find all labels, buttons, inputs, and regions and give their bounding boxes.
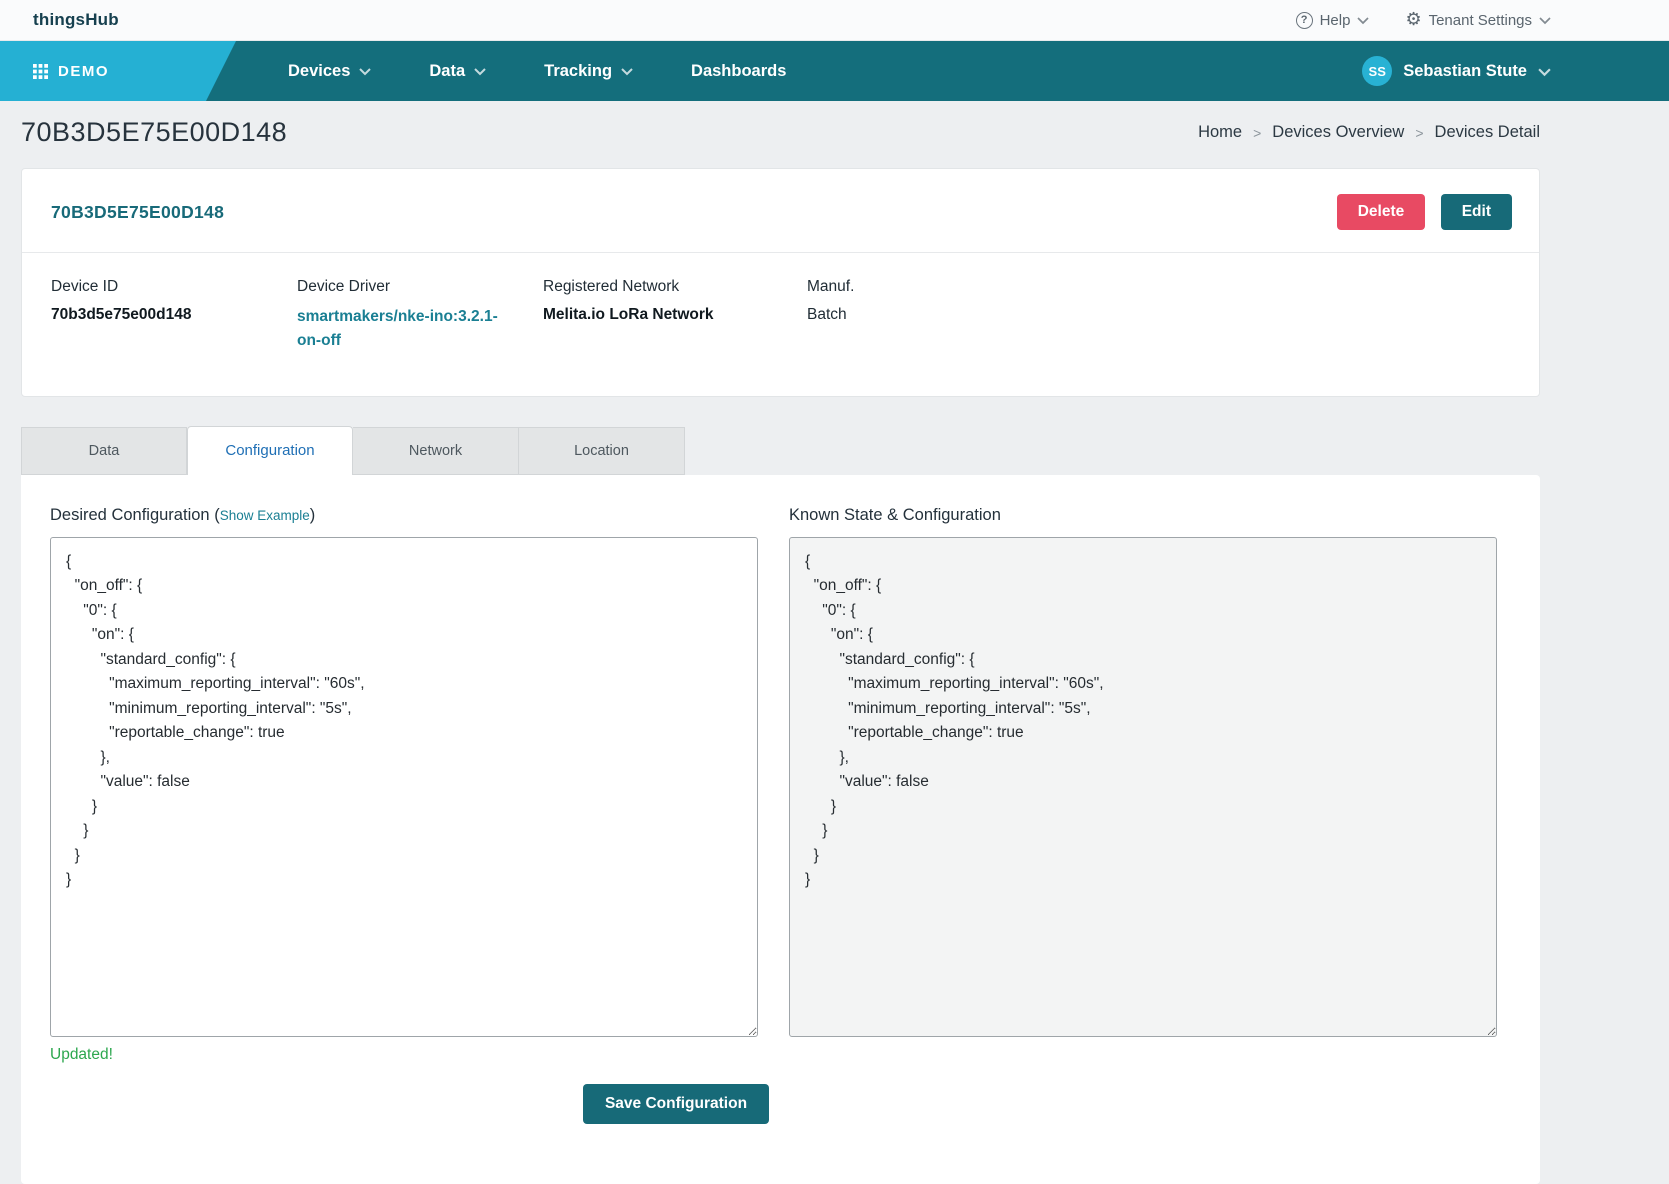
field-label: Manuf. (807, 277, 854, 298)
tab-location[interactable]: Location (519, 427, 685, 475)
device-driver-link[interactable]: smartmakers/nke-ino:3.2.1-on-off (297, 305, 512, 354)
field-value: Melita.io LoRa Network (543, 305, 787, 326)
device-card: 70B3D5E75E00D148 Delete Edit Device ID 7… (21, 168, 1540, 397)
breadcrumb-devices-overview[interactable]: Devices Overview (1272, 123, 1404, 142)
paren-close: ) (310, 506, 316, 524)
app-logo[interactable]: thingsHub (33, 10, 119, 30)
topbar: thingsHub ? Help ⚙ Tenant Settings (0, 0, 1669, 41)
nav-item-label: Tracking (544, 62, 612, 81)
tab-data[interactable]: Data (21, 427, 187, 475)
nav-item-tracking[interactable]: Tracking (544, 62, 633, 81)
page-container: 70B3D5E75E00D148 Home > Devices Overview… (21, 117, 1540, 1184)
status-message: Updated! (50, 1046, 758, 1064)
edit-button[interactable]: Edit (1441, 194, 1512, 230)
tab-network[interactable]: Network (353, 427, 519, 475)
desired-configuration-textarea[interactable]: { "on_off": { "0": { "on": { "standard_c… (50, 537, 758, 1037)
breadcrumb-current: Devices Detail (1435, 123, 1540, 142)
device-fields: Device ID 70b3d5e75e00d148 Device Driver… (22, 253, 1539, 396)
avatar: SS (1362, 56, 1392, 86)
nav-item-label: Devices (288, 62, 350, 81)
grid-icon (33, 64, 48, 79)
field-registered-network: Registered Network Melita.io LoRa Networ… (543, 277, 807, 354)
chevron-down-icon (359, 68, 371, 76)
known-state-title: Known State & Configuration (789, 506, 1497, 525)
field-label: Device Driver (297, 277, 523, 298)
nav-item-data[interactable]: Data (429, 62, 486, 81)
device-card-header: 70B3D5E75E00D148 Delete Edit (22, 169, 1539, 252)
help-menu[interactable]: ? Help (1296, 12, 1370, 29)
known-state-textarea[interactable]: { "on_off": { "0": { "on": { "standard_c… (789, 537, 1497, 1037)
device-card-title: 70B3D5E75E00D148 (51, 202, 224, 223)
page-title: 70B3D5E75E00D148 (21, 117, 287, 148)
user-menu[interactable]: SS Sebastian Stute (1362, 56, 1551, 86)
field-device-driver: Device Driver smartmakers/nke-ino:3.2.1-… (297, 277, 543, 354)
nav-item-label: Dashboards (691, 62, 786, 81)
tenant-settings-menu[interactable]: ⚙ Tenant Settings (1405, 11, 1551, 29)
field-value: Batch (807, 305, 854, 326)
delete-button[interactable]: Delete (1337, 194, 1426, 230)
breadcrumb-separator: > (1253, 125, 1261, 141)
nav-items: Devices Data Tracking Dashboards (288, 62, 1362, 81)
tenant-settings-label: Tenant Settings (1429, 12, 1532, 29)
field-label: Registered Network (543, 277, 787, 298)
config-columns: Desired Configuration (Show Example) { "… (50, 506, 1540, 1064)
chevron-down-icon (621, 68, 633, 76)
topbar-right: ? Help ⚙ Tenant Settings (1296, 11, 1551, 29)
field-device-id: Device ID 70b3d5e75e00d148 (51, 277, 297, 354)
tenant-selector[interactable]: DEMO (0, 41, 236, 101)
show-example-link[interactable]: Show Example (220, 508, 310, 523)
breadcrumb-separator: > (1415, 125, 1423, 141)
nav-item-devices[interactable]: Devices (288, 62, 371, 81)
field-value: 70b3d5e75e00d148 (51, 305, 277, 326)
configuration-panel: Desired Configuration (Show Example) { "… (21, 475, 1540, 1184)
device-card-actions: Delete Edit (1337, 194, 1512, 230)
tenant-label: DEMO (58, 63, 109, 80)
field-manufacturer: Manuf. Batch (807, 277, 874, 354)
desired-configuration-column: Desired Configuration (Show Example) { "… (50, 506, 758, 1064)
chevron-down-icon (1539, 17, 1551, 25)
desired-configuration-title: Desired Configuration (Show Example) (50, 506, 758, 525)
device-tabs: Data Configuration Network Location (21, 426, 1540, 475)
tab-configuration[interactable]: Configuration (187, 426, 353, 475)
page-head: 70B3D5E75E00D148 Home > Devices Overview… (21, 117, 1540, 148)
main-nav: DEMO Devices Data Tracking Dashboards SS… (0, 41, 1669, 101)
gear-icon: ⚙ (1405, 11, 1421, 29)
logo-hub: Hub (85, 10, 119, 29)
chevron-down-icon (1357, 17, 1369, 25)
desired-title-text: Desired Configuration (50, 506, 210, 524)
help-icon: ? (1296, 12, 1313, 29)
help-label: Help (1320, 12, 1351, 29)
nav-item-label: Data (429, 62, 465, 81)
field-label: Device ID (51, 277, 277, 298)
user-name: Sebastian Stute (1403, 62, 1527, 81)
chevron-down-icon (474, 68, 486, 76)
known-state-column: Known State & Configuration { "on_off": … (789, 506, 1497, 1064)
breadcrumb-home[interactable]: Home (1198, 123, 1242, 142)
save-configuration-button[interactable]: Save Configuration (583, 1084, 769, 1124)
nav-item-dashboards[interactable]: Dashboards (691, 62, 786, 81)
breadcrumb: Home > Devices Overview > Devices Detail (1198, 123, 1540, 142)
logo-things: things (33, 10, 85, 29)
save-row: Save Configuration (50, 1084, 1302, 1124)
chevron-down-icon (1538, 68, 1551, 77)
